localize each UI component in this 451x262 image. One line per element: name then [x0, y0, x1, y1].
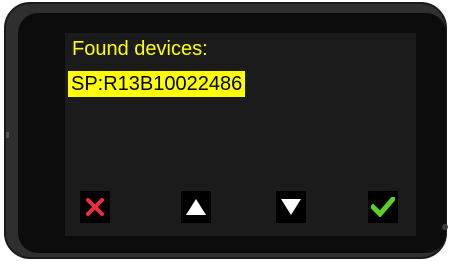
- cancel-button[interactable]: [80, 191, 110, 223]
- close-icon: [86, 198, 104, 216]
- device-frame: Found devices: SP:R13B10022486: [4, 2, 448, 259]
- scroll-up-button[interactable]: [181, 191, 211, 223]
- side-button: [6, 132, 9, 138]
- light-sensor: [442, 224, 448, 230]
- arrow-down-icon: [281, 199, 301, 215]
- screen-title: Found devices:: [72, 38, 208, 60]
- confirm-button[interactable]: [368, 191, 398, 223]
- display-screen: Found devices: SP:R13B10022486: [65, 33, 416, 236]
- checkmark-icon: [371, 197, 395, 217]
- arrow-up-icon: [186, 199, 206, 215]
- scroll-down-button[interactable]: [276, 191, 306, 223]
- device-list-item[interactable]: SP:R13B10022486: [68, 71, 246, 97]
